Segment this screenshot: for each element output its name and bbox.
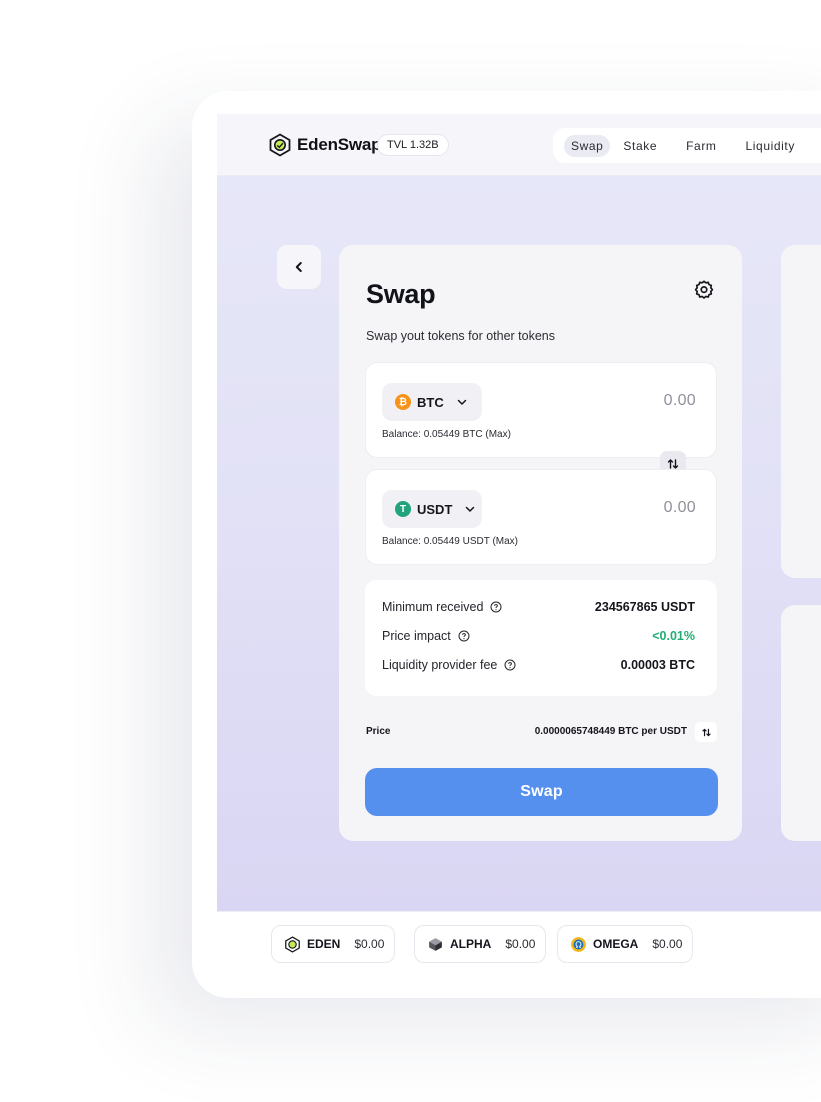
nav-tab-swap[interactable]: Swap — [564, 134, 611, 157]
eden-logo-icon — [269, 133, 291, 157]
help-icon[interactable] — [458, 630, 470, 642]
token-price: $0.00 — [652, 937, 683, 951]
brand-name: EdenSwap — [297, 135, 382, 154]
token-pill-omega[interactable]: OMEGA $0.00 — [557, 925, 694, 963]
page: EdenSwap TVL 1.32B Swap Stake Farm Liqui… — [0, 0, 821, 1102]
settings-gear-icon[interactable] — [693, 279, 715, 301]
to-amount-input[interactable]: 0.00 — [664, 499, 696, 517]
detail-row-minimum-received: Minimum received 234567865 USDT — [382, 600, 695, 614]
swap-subtitle: Swap yout tokens for other tokens — [366, 329, 555, 343]
detail-row-lp-fee: Liquidity provider fee 0.00003 BTC — [382, 658, 695, 672]
main-nav: Swap Stake Farm Liquidity — [553, 128, 821, 163]
minimum-received-label: Minimum received — [382, 600, 484, 614]
price-label: Price — [366, 726, 391, 737]
omega-coin-icon — [571, 936, 586, 952]
token-name: OMEGA — [593, 937, 639, 951]
price-row: Price 0.0000065748449 BTC per USDT — [366, 722, 717, 742]
price-impact-label: Price impact — [382, 629, 451, 643]
alpha-cube-icon — [429, 937, 442, 951]
top-header: EdenSwap TVL 1.32B Swap Stake Farm Liqui… — [217, 114, 821, 176]
to-token-box: T USDT 0.00 Balance: 0.05449 USDT (Max) — [365, 469, 717, 565]
chevron-down-icon — [457, 399, 466, 405]
bitcoin-icon: ₿ — [395, 394, 411, 410]
from-token-select[interactable]: ₿ BTC — [382, 383, 482, 421]
token-price: $0.00 — [354, 937, 385, 951]
price-impact-value: <0.01% — [652, 629, 695, 643]
swap-details: Minimum received 234567865 USDT Price im… — [365, 580, 717, 696]
invert-price-button[interactable] — [695, 722, 717, 742]
swap-card: Swap Swap yout tokens for other tokens ₿… — [339, 245, 742, 841]
lp-fee-label: Liquidity provider fee — [382, 658, 498, 672]
token-name: EDEN — [307, 937, 341, 951]
tether-icon: T — [395, 501, 411, 517]
nav-tab-stake[interactable]: Stake — [616, 135, 664, 157]
nav-tab-liquidity[interactable]: Liquidity — [739, 135, 802, 157]
token-name: ALPHA — [450, 937, 492, 951]
tvl-badge: TVL 1.32B — [377, 134, 449, 156]
token-pill-alpha[interactable]: ALPHA $0.00 — [414, 925, 547, 963]
lp-fee-value: 0.00003 BTC — [620, 658, 695, 672]
help-icon[interactable] — [504, 659, 516, 671]
swap-submit-button[interactable]: Swap — [365, 768, 718, 816]
swap-arrows-icon — [701, 728, 711, 736]
to-token-select[interactable]: T USDT — [382, 490, 482, 528]
side-panel-bottom — [781, 605, 821, 841]
back-button[interactable] — [277, 245, 321, 289]
chevron-down-icon — [466, 506, 475, 512]
token-price: $0.00 — [505, 937, 536, 951]
chevron-left-icon — [295, 262, 302, 272]
help-icon[interactable] — [490, 601, 502, 613]
swap-title: Swap — [366, 279, 436, 309]
side-panel-top — [781, 245, 821, 578]
eden-logo-icon — [285, 935, 300, 953]
minimum-received-value: 234567865 USDT — [594, 600, 695, 614]
detail-row-price-impact: Price impact <0.01% — [382, 629, 695, 643]
brand-logo[interactable]: EdenSwap — [268, 133, 382, 157]
to-token-symbol: USDT — [417, 501, 453, 517]
from-token-symbol: BTC — [417, 394, 444, 410]
to-balance[interactable]: Balance: 0.05449 USDT (Max) — [382, 536, 518, 547]
from-balance[interactable]: Balance: 0.05449 BTC (Max) — [382, 429, 511, 440]
from-amount-input[interactable]: 0.00 — [664, 392, 696, 410]
token-price-bar: EDEN $0.00 ALPHA $0.00 OMEGA $0.00 — [217, 911, 821, 977]
token-pill-eden[interactable]: EDEN $0.00 — [271, 925, 396, 963]
from-token-box: ₿ BTC 0.00 Balance: 0.05449 BTC (Max) — [365, 362, 717, 458]
price-value: 0.0000065748449 BTC per USDT — [534, 726, 687, 737]
nav-tab-farm[interactable]: Farm — [679, 135, 723, 157]
app-screen: EdenSwap TVL 1.32B Swap Stake Farm Liqui… — [217, 114, 821, 911]
